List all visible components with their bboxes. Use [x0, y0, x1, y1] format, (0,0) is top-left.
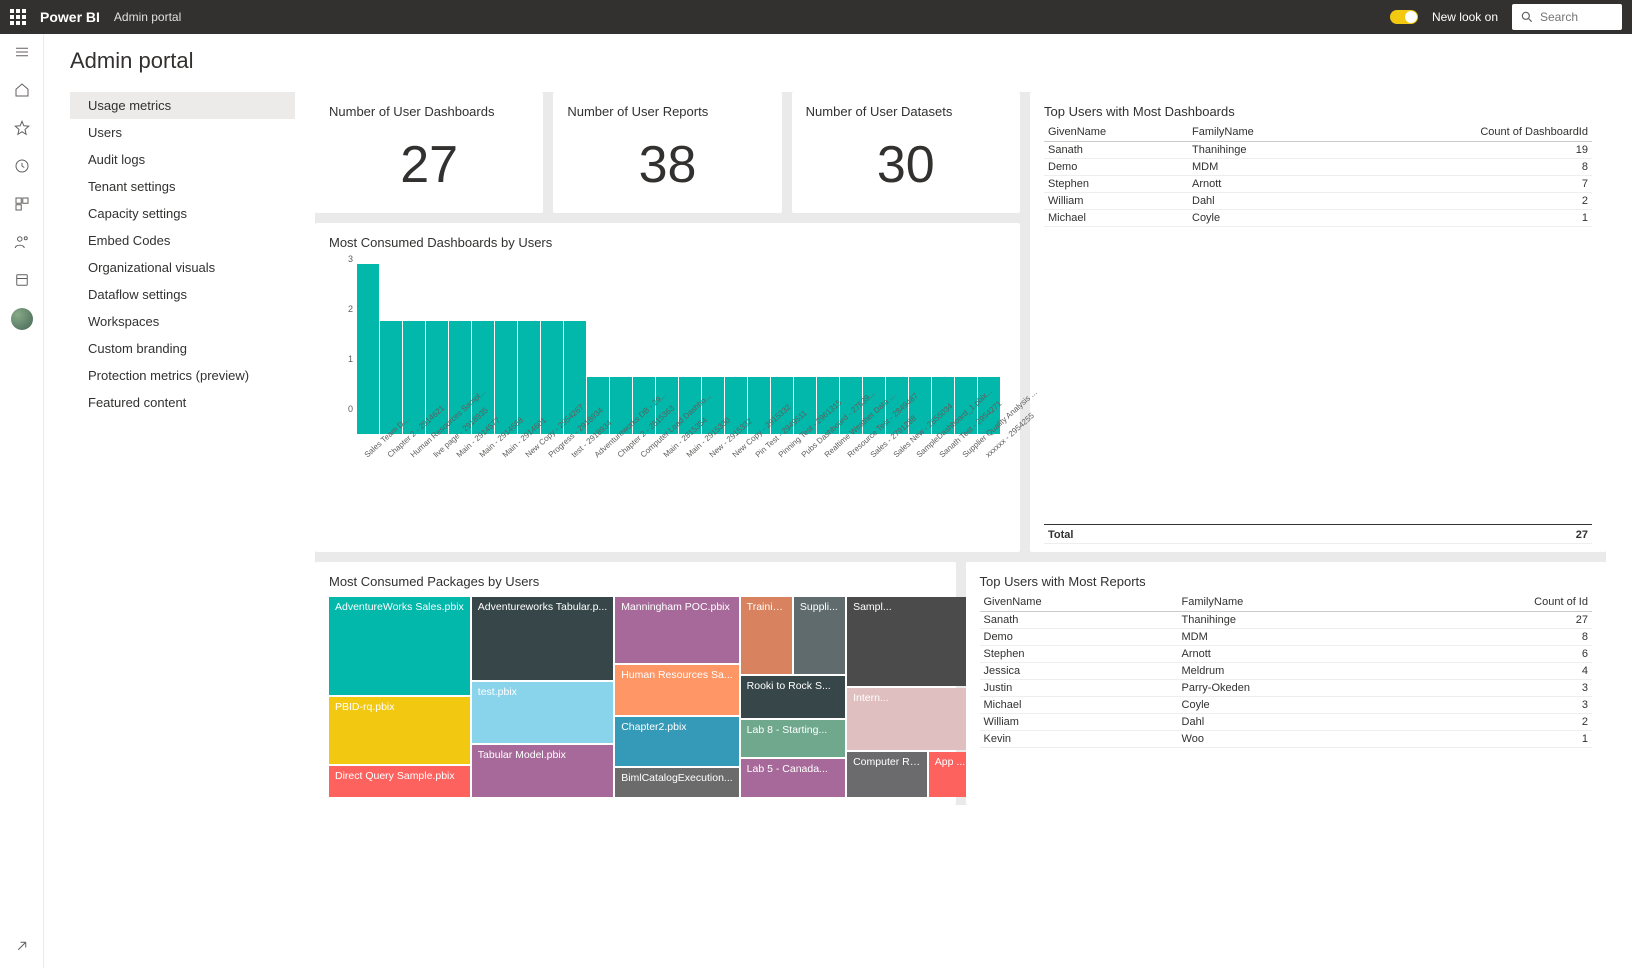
favorites-icon[interactable]: [12, 118, 32, 138]
x-axis-labels: Sales Team D...Chapter 2 - 2914621Human …: [329, 434, 1006, 504]
total-row: Total27: [1044, 524, 1592, 544]
kpi-title: Number of User Reports: [567, 104, 767, 119]
workspaces-icon[interactable]: [12, 270, 32, 290]
table-header: Count of Id: [1407, 593, 1592, 612]
table-row: WilliamDahl2: [1044, 193, 1592, 210]
table-header: FamilyName: [1188, 123, 1340, 142]
treemap-cell[interactable]: Chapter2.pbix: [615, 717, 738, 767]
kpi-value: 27: [329, 123, 529, 205]
avatar[interactable]: [11, 308, 33, 330]
kpi-title: Number of User Dashboards: [329, 104, 529, 119]
table-row: KevinWoo1: [980, 731, 1593, 748]
bar[interactable]: [357, 264, 379, 434]
apps-icon[interactable]: [12, 194, 32, 214]
treemap-cell[interactable]: Lab 8 - Starting...: [741, 720, 845, 758]
search-box[interactable]: [1512, 4, 1622, 30]
treemap-cell[interactable]: Direct Query Sample.pbix: [329, 766, 470, 797]
portal-name: Admin portal: [114, 10, 181, 24]
table-row: DemoMDM8: [980, 629, 1593, 646]
nav-item[interactable]: Capacity settings: [70, 200, 295, 227]
expand-icon[interactable]: [12, 936, 32, 956]
treemap-cell[interactable]: Tabular Model.pbix: [472, 745, 613, 797]
top-users-dashboards-card: Top Users with Most Dashboards GivenName…: [1030, 92, 1606, 552]
y-axis: 3210: [333, 254, 353, 414]
hamburger-icon[interactable]: [12, 42, 32, 62]
shared-icon[interactable]: [12, 232, 32, 252]
treemap-cell[interactable]: BimlCatalogExecution...: [615, 768, 738, 797]
nav-item[interactable]: Protection metrics (preview): [70, 362, 295, 389]
most-consumed-dashboards-card: Most Consumed Dashboards by Users 3210 S…: [315, 223, 1020, 552]
top-users-reports-table: GivenNameFamilyNameCount of IdSanathThan…: [980, 593, 1593, 748]
table-row: StephenArnott7: [1044, 176, 1592, 193]
table-row: JessicaMeldrum4: [980, 663, 1593, 680]
top-users-dashboards-table: GivenNameFamilyNameCount of DashboardIdS…: [1044, 123, 1592, 227]
treemap: AdventureWorks Sales.pbixPBID-rq.pbixDir…: [329, 597, 942, 797]
app-launcher-icon[interactable]: [10, 9, 26, 25]
kpi-value: 30: [806, 123, 1006, 205]
treemap-cell[interactable]: Rooki to Rock S...: [741, 676, 845, 718]
nav-item[interactable]: Users: [70, 119, 295, 146]
bar[interactable]: [380, 321, 402, 434]
top-users-reports-card: Top Users with Most Reports GivenNameFam…: [966, 562, 1607, 805]
table-row: WilliamDahl2: [980, 714, 1593, 731]
left-rail: [0, 34, 44, 968]
kpi-title: Number of User Datasets: [806, 104, 1006, 119]
treemap-cell[interactable]: AdventureWorks Sales.pbix: [329, 597, 470, 695]
card-title: Top Users with Most Dashboards: [1044, 104, 1592, 119]
treemap-cell[interactable]: Suppli...: [794, 597, 845, 674]
table-header: GivenName: [980, 593, 1178, 612]
treemap-cell[interactable]: Manningham POC.pbix: [615, 597, 738, 663]
table-header: FamilyName: [1178, 593, 1407, 612]
nav-item[interactable]: Audit logs: [70, 146, 295, 173]
main: Admin portal Usage metricsUsersAudit log…: [44, 34, 1632, 968]
new-look-label: New look on: [1432, 10, 1498, 24]
topbar: Power BI Admin portal New look on: [0, 0, 1632, 34]
brand: Power BI: [40, 9, 100, 25]
nav-item[interactable]: Organizational visuals: [70, 254, 295, 281]
treemap-cell[interactable]: Adventureworks Tabular.p...: [472, 597, 613, 680]
table-row: StephenArnott6: [980, 646, 1593, 663]
page-title: Admin portal: [70, 48, 1606, 74]
nav-item[interactable]: Usage metrics: [70, 92, 295, 119]
table-row: SanathThanihinge19: [1044, 142, 1592, 159]
table-header: GivenName: [1044, 123, 1188, 142]
nav-item[interactable]: Custom branding: [70, 335, 295, 362]
nav-item[interactable]: Tenant settings: [70, 173, 295, 200]
treemap-cell[interactable]: Intern...: [847, 688, 975, 750]
treemap-cell[interactable]: PBID-rq.pbix: [329, 697, 470, 764]
treemap-cell[interactable]: test.pbix: [472, 682, 613, 743]
card-title: Top Users with Most Reports: [980, 574, 1593, 589]
kpi-card: Number of User Datasets 30: [792, 92, 1020, 213]
table-row: MichaelCoyle1: [1044, 210, 1592, 227]
table-row: DemoMDM8: [1044, 159, 1592, 176]
kpi-card: Number of User Reports 38: [553, 92, 781, 213]
recent-icon[interactable]: [12, 156, 32, 176]
nav-item[interactable]: Featured content: [70, 389, 295, 416]
nav-item[interactable]: Workspaces: [70, 308, 295, 335]
treemap-cell[interactable]: Computer Re...: [847, 752, 927, 797]
table-header: Count of DashboardId: [1340, 123, 1592, 142]
kpi-card: Number of User Dashboards 27: [315, 92, 543, 213]
treemap-cell[interactable]: Sampl...: [847, 597, 975, 686]
search-input[interactable]: [1540, 10, 1610, 24]
admin-nav: Usage metricsUsersAudit logsTenant setti…: [70, 92, 295, 416]
nav-item[interactable]: Dataflow settings: [70, 281, 295, 308]
most-consumed-packages-card: Most Consumed Packages by Users Adventur…: [315, 562, 956, 805]
search-icon: [1520, 10, 1534, 24]
home-icon[interactable]: [12, 80, 32, 100]
card-title: Most Consumed Dashboards by Users: [329, 235, 1006, 250]
treemap-cell[interactable]: Trainin...: [741, 597, 792, 674]
table-row: JustinParry-Okeden3: [980, 680, 1593, 697]
table-row: SanathThanihinge27: [980, 612, 1593, 629]
table-row: MichaelCoyle3: [980, 697, 1593, 714]
treemap-cell[interactable]: Human Resources Sa...: [615, 665, 738, 715]
new-look-toggle[interactable]: [1390, 10, 1418, 24]
kpi-value: 38: [567, 123, 767, 205]
treemap-cell[interactable]: Lab 5 - Canada...: [741, 759, 845, 797]
kpi-row: Number of User Dashboards27Number of Use…: [315, 92, 1020, 213]
nav-item[interactable]: Embed Codes: [70, 227, 295, 254]
card-title: Most Consumed Packages by Users: [329, 574, 942, 589]
